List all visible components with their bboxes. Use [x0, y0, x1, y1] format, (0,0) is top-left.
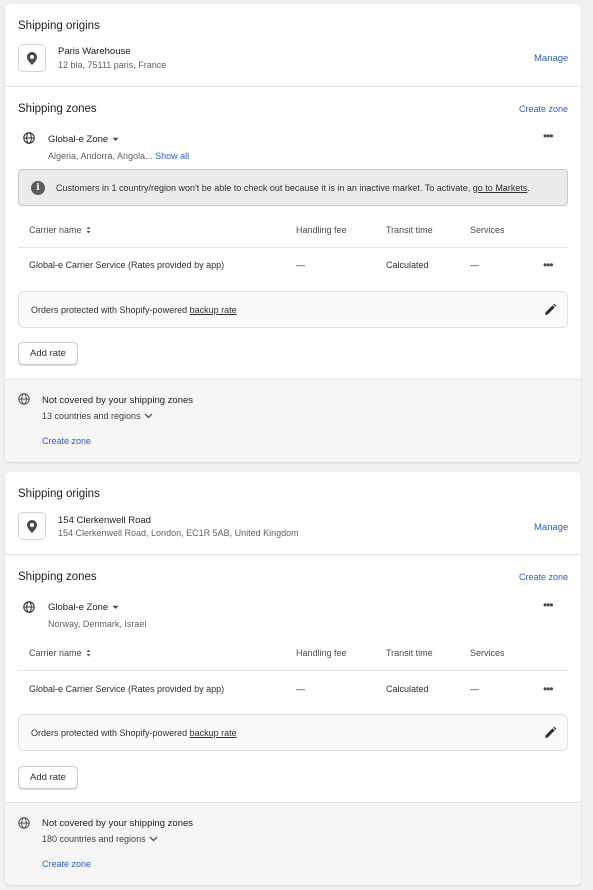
rate-transit-time: Calculated: [386, 260, 429, 270]
pencil-icon[interactable]: [543, 303, 557, 317]
location-pin-icon: [27, 51, 37, 65]
info-icon: i: [31, 180, 45, 195]
zone-name-dropdown[interactable]: Global-e Zone: [48, 134, 119, 145]
banner-end: .: [527, 182, 530, 193]
rate-handling-fee: —: [296, 684, 305, 694]
table-header-divider: [18, 247, 568, 248]
show-all-link[interactable]: Show all: [155, 151, 189, 161]
footer-create-zone-link[interactable]: Create zone: [42, 436, 91, 446]
backup-rate-link[interactable]: backup rate: [190, 305, 237, 315]
section-divider: [5, 554, 581, 555]
not-covered-title: Not covered by your shipping zones: [42, 818, 194, 829]
caret-down-icon: [112, 605, 119, 609]
chevron-down-icon: [144, 413, 153, 419]
location-icon-box: [18, 44, 46, 72]
handling-fee-header: Handling fee: [296, 225, 347, 235]
not-covered-section: Not covered by your shipping zones 13 co…: [5, 379, 581, 462]
rate-transit-time: Calculated: [386, 684, 429, 694]
sort-icon: [86, 649, 91, 657]
zone-countries: Algeria, Andorra, Angola... Show all: [48, 151, 189, 161]
chevron-down-icon: [149, 836, 158, 842]
caret-down-icon: [112, 137, 119, 141]
carrier-name-header-label: Carrier name: [29, 225, 82, 235]
go-to-markets-link[interactable]: go to Markets: [473, 183, 528, 193]
backup-rate-box: Orders protected with Shopify-powered ba…: [18, 714, 568, 751]
shipping-zones-title: Shipping zones: [18, 571, 97, 583]
not-covered-count-toggle[interactable]: 13 countries and regions: [42, 411, 153, 421]
transit-time-header: Transit time: [386, 648, 433, 658]
backup-rate-link[interactable]: backup rate: [190, 728, 237, 738]
rate-carrier-name: Global-e Carrier Service (Rates provided…: [29, 684, 225, 694]
carrier-name-header-label: Carrier name: [29, 648, 82, 658]
zone-more-actions-icon[interactable]: •••: [543, 599, 554, 611]
footer-create-zone-link[interactable]: Create zone: [42, 859, 91, 869]
not-covered-count: 180 countries and regions: [42, 834, 146, 844]
carrier-name-header[interactable]: Carrier name: [29, 225, 91, 235]
not-covered-section: Not covered by your shipping zones 180 c…: [5, 802, 581, 885]
rate-services: —: [470, 260, 479, 270]
shipping-origins-title: Shipping origins: [18, 488, 100, 500]
rate-carrier-name: Global-e Carrier Service (Rates provided…: [29, 260, 225, 270]
table-header-divider: [18, 670, 568, 671]
location-icon-box: [18, 512, 46, 540]
not-covered-count: 13 countries and regions: [42, 411, 141, 421]
add-rate-button[interactable]: Add rate: [18, 766, 78, 789]
zone-name: Global-e Zone: [48, 134, 109, 145]
shipping-zones-title: Shipping zones: [18, 103, 97, 115]
shipping-origins-title: Shipping origins: [18, 20, 100, 32]
services-header: Services: [470, 225, 505, 235]
globe-icon: [18, 393, 30, 405]
location-name: Paris Warehouse: [58, 46, 131, 57]
rate-services: —: [470, 684, 479, 694]
globe-icon: [23, 132, 35, 144]
rate-handling-fee: —: [296, 260, 305, 270]
section-divider: [5, 86, 581, 87]
zone-name-dropdown[interactable]: Global-e Zone: [48, 602, 119, 613]
carrier-name-header[interactable]: Carrier name: [29, 648, 91, 658]
shipping-profile-card-paris: Shipping origins Paris Warehouse 12 bla,…: [5, 4, 581, 462]
inactive-market-banner: i Customers in 1 country/region won't be…: [18, 169, 568, 206]
shipping-profile-card-london: Shipping origins 154 Clerkenwell Road 15…: [5, 472, 581, 885]
globe-icon: [23, 601, 35, 613]
location-address: 154 Clerkenwell Road, London, EC1R 5AB, …: [58, 528, 299, 538]
banner-text: Customers in 1 country/region won't be a…: [56, 182, 471, 193]
banner-message: Customers in 1 country/region won't be a…: [56, 183, 530, 193]
zone-more-actions-icon[interactable]: •••: [543, 130, 554, 142]
location-name: 154 Clerkenwell Road: [58, 515, 151, 526]
location-address: 12 bla, 75111 paris, France: [58, 60, 167, 70]
globe-icon: [18, 817, 30, 829]
handling-fee-header: Handling fee: [296, 648, 347, 658]
backup-rate-text: Orders protected with Shopify-powered ba…: [31, 728, 237, 738]
backup-text: Orders protected with Shopify-powered: [31, 305, 188, 315]
zone-name: Global-e Zone: [48, 602, 109, 613]
rate-more-actions-icon[interactable]: •••: [543, 683, 554, 695]
services-header: Services: [470, 648, 505, 658]
sort-icon: [86, 226, 91, 234]
manage-link[interactable]: Manage: [534, 522, 568, 533]
zone-countries-text: Algeria, Andorra, Angola...: [48, 151, 153, 161]
rate-more-actions-icon[interactable]: •••: [543, 259, 554, 271]
add-rate-button[interactable]: Add rate: [18, 342, 78, 365]
backup-rate-box: Orders protected with Shopify-powered ba…: [18, 291, 568, 328]
create-zone-link[interactable]: Create zone: [519, 104, 568, 114]
manage-link[interactable]: Manage: [534, 53, 568, 64]
backup-text: Orders protected with Shopify-powered: [31, 728, 188, 738]
location-pin-icon: [27, 519, 37, 533]
transit-time-header: Transit time: [386, 225, 433, 235]
create-zone-link[interactable]: Create zone: [519, 572, 568, 582]
not-covered-count-toggle[interactable]: 180 countries and regions: [42, 834, 158, 844]
pencil-icon[interactable]: [543, 726, 557, 740]
zone-countries: Norway, Denmark, Israel: [48, 619, 147, 629]
not-covered-title: Not covered by your shipping zones: [42, 395, 194, 406]
backup-rate-text: Orders protected with Shopify-powered ba…: [31, 305, 237, 315]
